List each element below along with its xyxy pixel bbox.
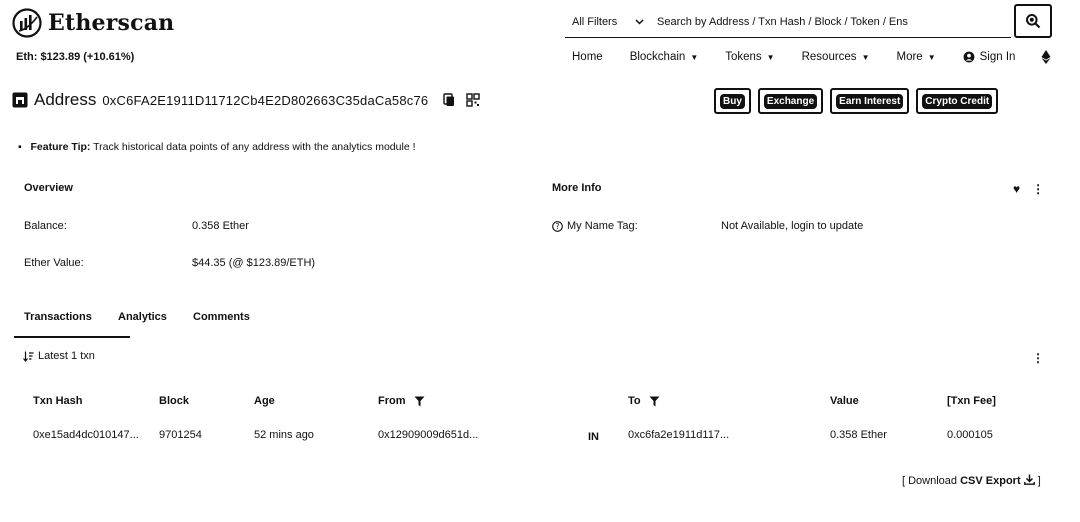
txn-hash-link[interactable]: 0xe15ad4dc010147... xyxy=(33,429,139,441)
more-info-title: More Info xyxy=(552,182,602,194)
csv-export-link[interactable]: CSV Export xyxy=(960,475,1021,487)
earn-interest-button[interactable]: Earn Interest xyxy=(830,88,910,114)
exchange-button-label: Exchange xyxy=(763,93,818,109)
svg-text:?: ? xyxy=(556,222,560,231)
tip-bullet-icon: ▪ xyxy=(18,141,22,153)
search-icon xyxy=(1026,14,1041,29)
address-avatar-icon xyxy=(12,92,28,108)
balance-label: Balance: xyxy=(24,220,67,232)
feature-tip: ▪ Feature Tip: Track historical data poi… xyxy=(18,141,416,153)
txn-value: 0.358 Ether xyxy=(830,429,887,441)
search-input[interactable] xyxy=(647,15,1011,28)
col-txn-hash: Txn Hash xyxy=(33,395,83,407)
nav-sign-in[interactable]: Sign In xyxy=(963,51,1016,63)
txn-count: Latest 1 txn xyxy=(23,350,95,362)
copy-icon[interactable] xyxy=(442,93,456,107)
col-value: Value xyxy=(830,395,859,407)
nav-resources-label: Resources xyxy=(801,51,857,63)
nav-sign-in-label: Sign In xyxy=(979,51,1016,63)
ethereum-network-icon[interactable] xyxy=(1041,50,1051,64)
tab-transactions[interactable]: Transactions xyxy=(14,311,102,323)
filter-icon[interactable] xyxy=(649,396,660,407)
nav-more[interactable]: More ▼ xyxy=(896,51,935,63)
overview-title: Overview xyxy=(24,182,73,194)
earn-interest-button-label: Earn Interest xyxy=(836,93,904,109)
col-from-label: From xyxy=(378,395,406,407)
name-tag-label: My Name Tag: xyxy=(567,220,638,232)
tab-analytics[interactable]: Analytics xyxy=(108,311,177,323)
direction-badge: IN xyxy=(588,431,599,443)
nav-home[interactable]: Home xyxy=(572,51,603,63)
tip-bold: Feature Tip: xyxy=(30,141,91,153)
chevron-down-icon: ▼ xyxy=(861,52,870,62)
col-txn-fee[interactable]: [Txn Fee] xyxy=(947,395,996,407)
kebab-menu-icon[interactable]: ⋮ xyxy=(1032,182,1044,196)
chevron-down-icon xyxy=(635,18,644,25)
col-to-label: To xyxy=(628,395,641,407)
etherscan-logo-icon xyxy=(12,8,42,38)
brand-name: Etherscan xyxy=(48,10,175,36)
nav-tokens-label: Tokens xyxy=(725,51,762,63)
chevron-down-icon: ▼ xyxy=(690,52,699,62)
nav-tokens[interactable]: Tokens ▼ xyxy=(725,51,774,63)
txn-age: 52 mins ago xyxy=(254,429,314,441)
block-link[interactable]: 9701254 xyxy=(159,429,202,441)
col-to: To xyxy=(628,395,660,407)
crypto-credit-button-label: Crypto Credit xyxy=(922,93,993,109)
address-label: Address xyxy=(34,90,97,109)
search-filter-label: All Filters xyxy=(572,15,618,28)
from-address-link[interactable]: 0x12909009d651d... xyxy=(378,429,478,441)
balance-value: 0.358 Ether xyxy=(192,220,249,232)
to-address: 0xc6fa2e1911d117... xyxy=(628,429,730,441)
address-heading: Address 0xC6FA2E1911D11712Cb4E2D802663C3… xyxy=(12,90,481,110)
txn-count-label: Latest 1 txn xyxy=(38,350,95,362)
kebab-menu-icon[interactable]: ⋮ xyxy=(1032,351,1044,365)
filter-icon[interactable] xyxy=(414,396,425,407)
name-tag-row: ? My Name Tag: xyxy=(552,220,638,232)
action-buttons: Buy Exchange Earn Interest Crypto Credit xyxy=(714,88,999,114)
col-age[interactable]: Age xyxy=(254,395,275,407)
exchange-button[interactable]: Exchange xyxy=(757,88,824,114)
csv-prefix: [ Download xyxy=(902,475,961,487)
ether-value: $44.35 (@ $123.89/ETH) xyxy=(192,257,316,269)
crypto-credit-button[interactable]: Crypto Credit xyxy=(916,88,999,114)
search-filter-select[interactable]: All Filters xyxy=(565,16,647,28)
active-tab-indicator xyxy=(14,336,130,338)
tip-text[interactable]: Track historical data points of any addr… xyxy=(93,141,415,153)
name-tag-value[interactable]: Not Available, login to update xyxy=(721,220,863,232)
search-button[interactable] xyxy=(1014,4,1052,38)
ether-value-label: Ether Value: xyxy=(24,257,84,269)
chevron-down-icon: ▼ xyxy=(927,52,936,62)
nav-home-label: Home xyxy=(572,51,603,63)
search-bar: All Filters xyxy=(565,6,1011,38)
buy-button[interactable]: Buy xyxy=(714,88,751,114)
buy-button-label: Buy xyxy=(720,93,745,109)
nav-blockchain-label: Blockchain xyxy=(629,51,686,63)
address-hash: 0xC6FA2E1911D11712Cb4E2D802663C35daCa58c… xyxy=(102,92,429,108)
nav-more-label: More xyxy=(896,51,923,63)
heart-icon[interactable]: ♥ xyxy=(1013,182,1020,196)
col-block: Block xyxy=(159,395,189,407)
csv-suffix: ] xyxy=(1034,475,1041,487)
brand-logo[interactable]: Etherscan xyxy=(12,8,174,38)
qr-code-icon[interactable] xyxy=(466,93,481,107)
user-circle-icon xyxy=(963,51,975,63)
download-icon[interactable] xyxy=(1023,474,1035,485)
main-nav: Home Blockchain ▼ Tokens ▼ Resources ▼ M… xyxy=(572,50,1051,64)
nav-blockchain[interactable]: Blockchain ▼ xyxy=(630,51,699,63)
tab-comments[interactable]: Comments xyxy=(183,311,260,323)
nav-resources[interactable]: Resources ▼ xyxy=(802,51,870,63)
help-circle-icon: ? xyxy=(552,220,563,232)
csv-export: [ Download CSV Export ] xyxy=(902,474,1041,487)
card-actions: ♥ ⋮ xyxy=(1013,182,1044,196)
txn-fee: 0.000105 xyxy=(947,429,993,441)
col-from: From xyxy=(378,395,425,407)
chevron-down-icon: ▼ xyxy=(766,52,775,62)
eth-price: Eth: $123.89 (+10.61%) xyxy=(16,51,135,63)
sort-descending-icon xyxy=(23,351,34,362)
